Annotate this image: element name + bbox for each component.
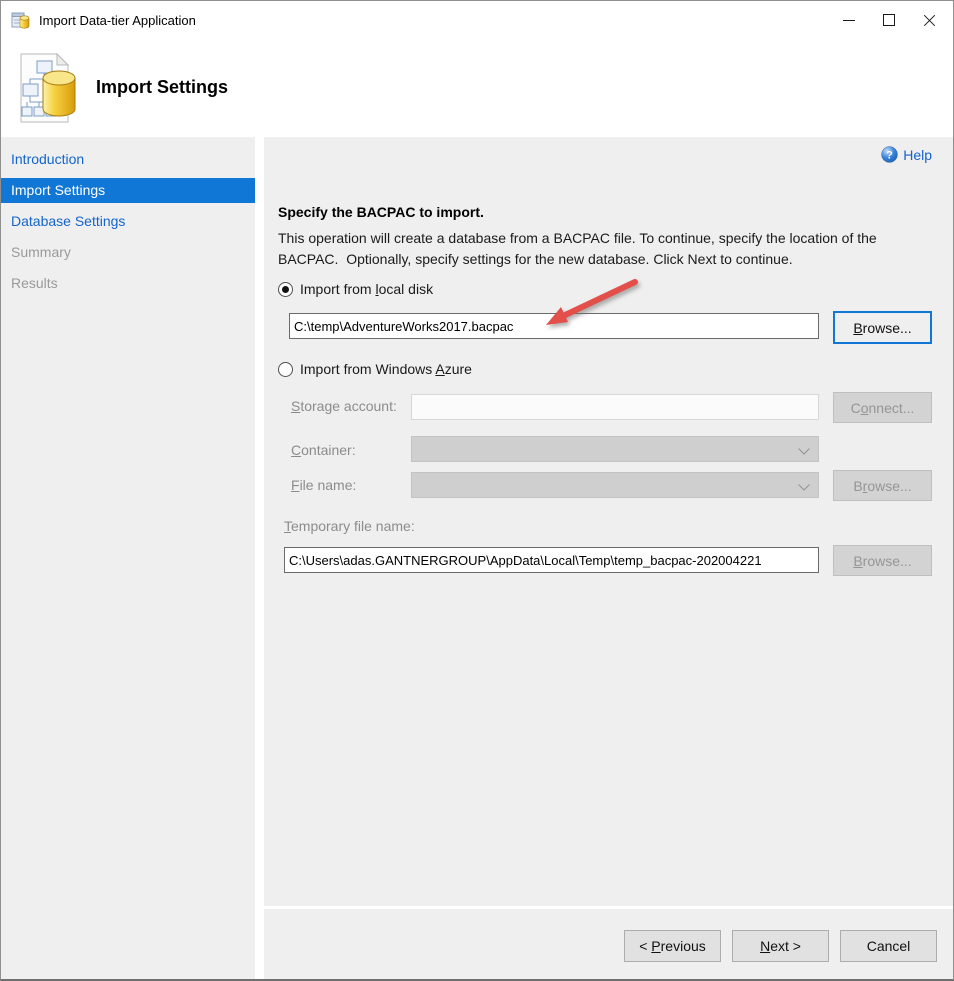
radio-local-disk-label: Import from local disk	[300, 281, 433, 297]
close-button[interactable]	[909, 4, 949, 36]
browse-azure-button: Browse...	[833, 470, 932, 501]
wizard-footer: < Previous Next > Cancel	[264, 909, 953, 979]
app-icon	[11, 10, 31, 30]
description-line-2: BACPAC. Optionally, specify settings for…	[278, 249, 938, 270]
file-name-dropdown	[411, 472, 819, 498]
import-settings-pane: ? Help Specify the BACPAC to import. Thi…	[264, 137, 953, 906]
radio-import-local-disk[interactable]: Import from local disk	[278, 281, 433, 297]
storage-account-label: Storage account:	[291, 398, 397, 414]
temp-file-name-input[interactable]	[284, 547, 819, 573]
import-dac-wizard-window: Import Data-tier Application	[0, 0, 954, 981]
window-controls	[829, 1, 949, 39]
page-title: Import Settings	[96, 77, 228, 98]
radio-unselected-icon	[278, 362, 293, 377]
chevron-down-icon	[798, 479, 809, 490]
file-name-label: File name:	[291, 477, 356, 493]
previous-button[interactable]: < Previous	[624, 930, 721, 962]
maximize-button[interactable]	[869, 4, 909, 36]
container-dropdown	[411, 436, 819, 462]
radio-import-windows-azure[interactable]: Import from Windows Azure	[278, 361, 472, 377]
connect-button: Connect...	[833, 392, 932, 423]
help-icon: ?	[881, 146, 898, 163]
svg-text:?: ?	[886, 150, 893, 162]
sidebar-item-import-settings[interactable]: Import Settings	[1, 178, 255, 203]
radio-selected-icon	[278, 282, 293, 297]
section-heading: Specify the BACPAC to import.	[278, 204, 484, 220]
sidebar-item-introduction[interactable]: Introduction	[1, 147, 255, 172]
minimize-button[interactable]	[829, 4, 869, 36]
close-icon	[923, 14, 936, 27]
container-label: Container:	[291, 442, 356, 458]
titlebar: Import Data-tier Application	[1, 1, 953, 39]
cancel-button[interactable]: Cancel	[840, 930, 937, 962]
browse-temp-button: Browse...	[833, 545, 932, 576]
temp-file-name-label: Temporary file name:	[284, 518, 415, 534]
browse-local-button[interactable]: Browse...	[833, 311, 932, 344]
sidebar-item-summary: Summary	[1, 240, 255, 265]
maximize-icon	[883, 14, 895, 26]
chevron-down-icon	[798, 443, 809, 454]
sidebar-item-results: Results	[1, 271, 255, 296]
wizard-body: Introduction Import Settings Database Se…	[1, 137, 953, 979]
storage-account-input	[411, 394, 819, 420]
help-label: Help	[903, 147, 932, 163]
description-line-1: This operation will create a database fr…	[278, 228, 938, 249]
sidebar-item-database-settings[interactable]: Database Settings	[1, 209, 255, 234]
wizard-steps-sidebar: Introduction Import Settings Database Se…	[1, 137, 255, 979]
next-button[interactable]: Next >	[732, 930, 829, 962]
radio-azure-label: Import from Windows Azure	[300, 361, 472, 377]
bacpac-path-input[interactable]	[289, 313, 819, 339]
minimize-icon	[843, 20, 855, 21]
help-link[interactable]: ? Help	[881, 146, 932, 163]
wizard-header: Import Settings	[1, 39, 953, 137]
import-dac-icon	[9, 51, 81, 125]
section-description: This operation will create a database fr…	[278, 228, 938, 270]
window-title: Import Data-tier Application	[39, 13, 196, 28]
